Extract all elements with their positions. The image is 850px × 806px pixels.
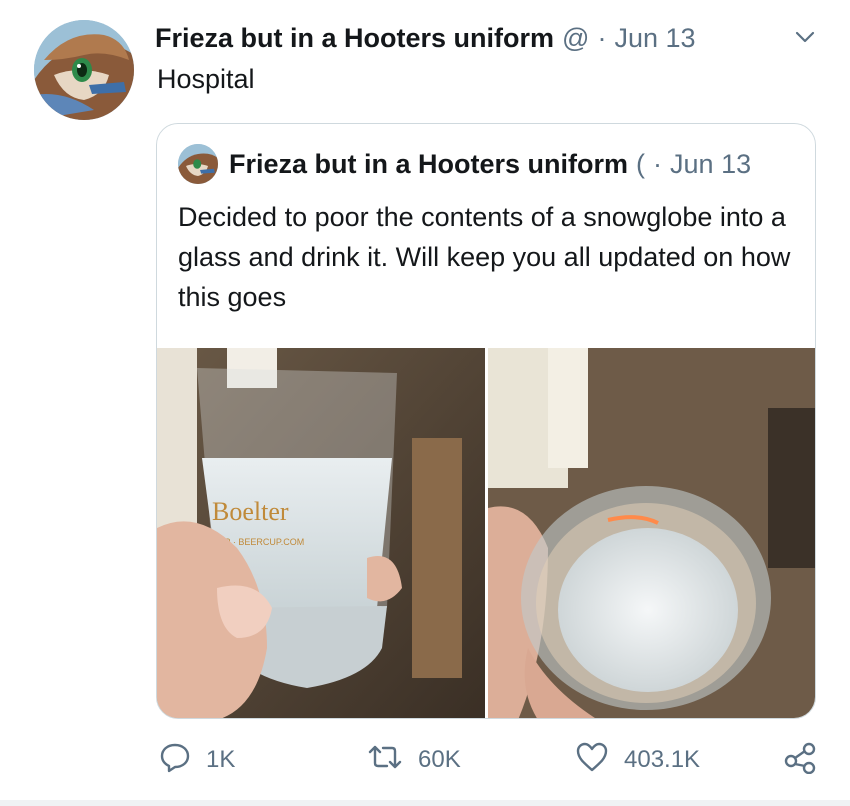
- tweet-header: Frieza but in a Hooters uniform @ · Jun …: [155, 18, 835, 58]
- author-avatar[interactable]: [34, 20, 134, 120]
- author-name[interactable]: Frieza but in a Hooters uniform: [155, 23, 554, 54]
- like-button[interactable]: 403.1K: [574, 735, 700, 785]
- like-count: 403.1K: [624, 746, 701, 773]
- separator-dot: ·: [653, 148, 663, 179]
- retweet-icon: [366, 740, 418, 781]
- author-handle[interactable]: @: [562, 23, 589, 54]
- share-button[interactable]: [782, 735, 832, 785]
- reply-button[interactable]: 1K: [158, 735, 235, 785]
- share-icon: [782, 740, 832, 781]
- quoted-author-avatar[interactable]: [178, 144, 218, 184]
- tweet-actions: 1K 60K 403.1K: [156, 735, 836, 785]
- chevron-down-icon[interactable]: [790, 22, 820, 52]
- bottom-divider: [0, 800, 850, 806]
- quoted-tweet-card[interactable]: Frieza but in a Hooters uniform ( · Jun …: [156, 123, 816, 719]
- quoted-author-handle[interactable]: (: [636, 149, 645, 180]
- tweet-date[interactable]: Jun 13: [614, 23, 695, 54]
- quoted-tweet-header: Frieza but in a Hooters uniform ( · Jun …: [229, 144, 809, 184]
- photo-glass-top[interactable]: [488, 348, 815, 718]
- like-icon: [574, 740, 624, 781]
- quoted-author-name[interactable]: Frieza but in a Hooters uniform: [229, 149, 628, 180]
- separator-dot: ·: [597, 22, 607, 53]
- tweet-text: Hospital: [157, 64, 255, 94]
- reply-icon: [158, 740, 206, 781]
- photo-glass-side[interactable]: Boelter SHOP · BEERCUP.COM: [157, 348, 485, 718]
- retweet-button[interactable]: 60K: [366, 735, 461, 785]
- glass-print-text: Boelter: [212, 497, 289, 526]
- quoted-tweet-text: Decided to poor the contents of a snowgl…: [178, 202, 791, 312]
- reply-count: 1K: [206, 746, 236, 773]
- quoted-tweet-date[interactable]: Jun 13: [670, 149, 751, 180]
- photo-grid: Boelter SHOP · BEERCUP.COM: [157, 348, 815, 718]
- retweet-count: 60K: [418, 746, 461, 773]
